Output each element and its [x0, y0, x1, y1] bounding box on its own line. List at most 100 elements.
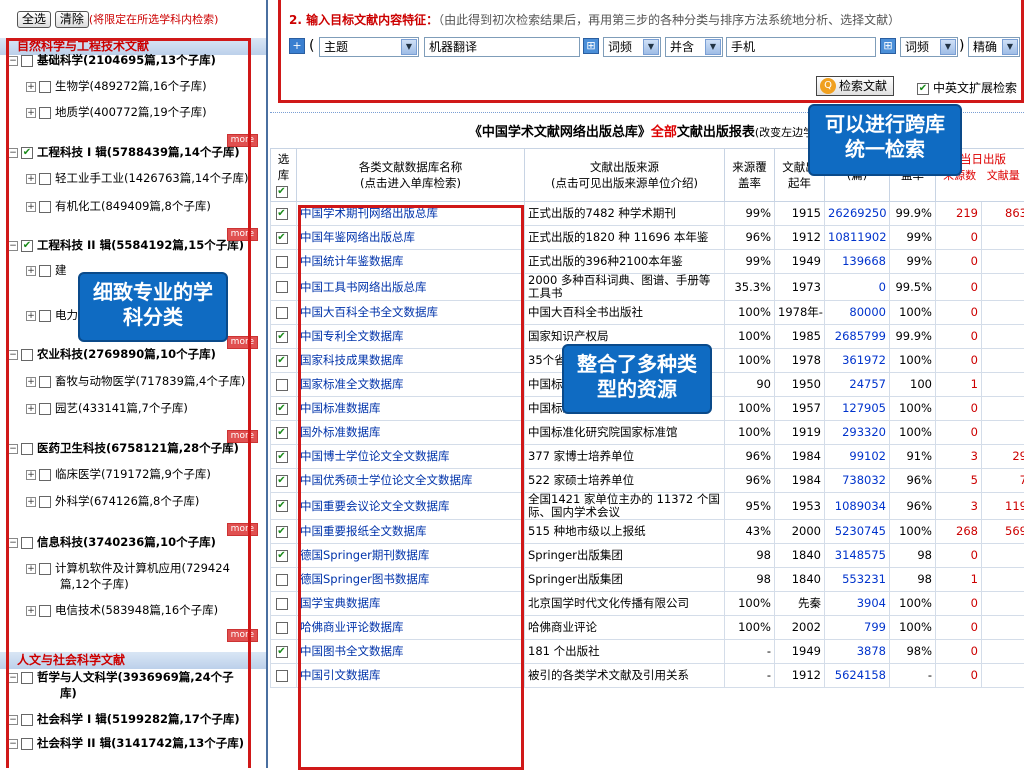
db-select-checkbox[interactable]: ✔ [276, 355, 288, 367]
tc-cell [982, 616, 1024, 640]
term1-input[interactable]: 机器翻译 [424, 37, 580, 57]
db-select-checkbox[interactable] [276, 622, 288, 634]
rate-cell: 98% [890, 640, 936, 664]
term-helper-icon[interactable]: ⊞ [880, 38, 896, 54]
tc-cell: 29 [982, 445, 1024, 469]
cov-cell: 96% [725, 469, 775, 493]
tot-cell: 3878 [825, 640, 890, 664]
term-helper-icon[interactable]: ⊞ [583, 38, 599, 54]
db-select-checkbox[interactable]: ✔ [276, 500, 288, 512]
db-select-checkbox[interactable]: ✔ [276, 451, 288, 463]
chevron-down-icon: ▼ [401, 39, 417, 55]
db-select-checkbox[interactable] [276, 379, 288, 391]
callout-subject-classification: 细致专业的学科分类 [78, 272, 228, 342]
yr-cell: 1912 [775, 664, 825, 688]
db-select-checkbox[interactable]: ✔ [276, 331, 288, 343]
select-cell: ✔ [271, 397, 297, 421]
select-cell: ✔ [271, 325, 297, 349]
cov-cell: 90 [725, 373, 775, 397]
td-cell: 0 [936, 664, 982, 688]
db-select-checkbox[interactable]: ✔ [276, 427, 288, 439]
db-select-checkbox[interactable]: ✔ [276, 646, 288, 658]
select-cell: ✔ [271, 349, 297, 373]
rate-cell: 100 [890, 373, 936, 397]
src-cell[interactable]: 正式出版的1820 种 11696 本年鉴 [525, 226, 725, 250]
tot-cell: 99102 [825, 445, 890, 469]
db-select-checkbox[interactable] [276, 307, 288, 319]
tc-cell [982, 274, 1024, 301]
src-cell[interactable]: 全国1421 家单位主办的 11372 个国际、国内学术会议 [525, 493, 725, 520]
td-cell: 1 [936, 373, 982, 397]
add-row-icon[interactable]: + [289, 38, 305, 54]
src-cell[interactable]: 515 种地市级以上报纸 [525, 520, 725, 544]
src-cell[interactable]: 哈佛商业评论 [525, 616, 725, 640]
td-cell: 3 [936, 445, 982, 469]
db-select-checkbox[interactable]: ✔ [276, 232, 288, 244]
db-select-checkbox[interactable]: ✔ [276, 403, 288, 415]
db-select-checkbox[interactable] [276, 256, 288, 268]
db-select-checkbox[interactable]: ✔ [276, 550, 288, 562]
rate-cell: 100% [890, 520, 936, 544]
td-cell: 0 [936, 325, 982, 349]
col-today-cnt: 文献量 [980, 168, 1024, 184]
tot-cell: 3148575 [825, 544, 890, 568]
tot-cell: 10811902 [825, 226, 890, 250]
src-cell[interactable]: 被引的各类学术文献及引用关系 [525, 664, 725, 688]
td-cell: 0 [936, 616, 982, 640]
td-cell: 0 [936, 397, 982, 421]
cov-cell: 35.3% [725, 274, 775, 301]
td-cell: 219 [936, 202, 982, 226]
db-select-checkbox[interactable] [276, 281, 288, 293]
freq1-select[interactable]: 词频▼ [603, 37, 661, 57]
yr-cell: 1949 [775, 640, 825, 664]
tc-cell: 119 [982, 493, 1024, 520]
db-select-checkbox[interactable] [276, 574, 288, 586]
src-cell[interactable]: 正式出版的7482 种学术期刊 [525, 202, 725, 226]
rate-cell: 100% [890, 421, 936, 445]
select-cell [271, 301, 297, 325]
report-title-highlight: 全部 [651, 125, 677, 140]
search-panel: 2. 输入目标文献内容特征：（由此得到初次检索结果后，再用第三步的各种分类与排序… [278, 0, 1024, 103]
src-cell[interactable]: 中国标准化研究院国家标准馆 [525, 421, 725, 445]
db-select-checkbox[interactable]: ✔ [276, 526, 288, 538]
src-cell[interactable]: Springer出版集团 [525, 568, 725, 592]
src-cell[interactable]: 2000 多种百科词典、图谱、手册等工具书 [525, 274, 725, 301]
logic-select[interactable]: 并含▼ [665, 37, 723, 57]
term2-input[interactable]: 手机 [726, 37, 876, 57]
db-select-checkbox[interactable]: ✔ [276, 475, 288, 487]
field-select[interactable]: 主题▼ [319, 37, 419, 57]
clear-button[interactable]: 清除 [55, 11, 89, 28]
src-cell[interactable]: Springer出版集团 [525, 544, 725, 568]
tc-cell [982, 373, 1024, 397]
db-select-checkbox[interactable]: ✔ [276, 208, 288, 220]
select-cell [271, 592, 297, 616]
cov-cell: 99% [725, 202, 775, 226]
src-cell[interactable]: 522 家硕士培养单位 [525, 469, 725, 493]
src-cell[interactable]: 377 家博士培养单位 [525, 445, 725, 469]
select-cell: ✔ [271, 421, 297, 445]
rate-cell: 99.9% [890, 202, 936, 226]
callout-resource-integration: 整合了多种类型的资源 [562, 344, 712, 414]
col-source: 文献出版来源(点击可见出版来源单位介绍) [525, 149, 725, 202]
tot-cell: 3904 [825, 592, 890, 616]
tot-cell: 127905 [825, 397, 890, 421]
precise-value: 精确 [973, 40, 997, 54]
ext-checkbox[interactable]: ✔ [917, 83, 929, 95]
extended-search-option[interactable]: ✔中英文扩展检索 [917, 79, 1017, 96]
precise-select[interactable]: 精确▼ [968, 37, 1020, 57]
tot-cell: 1089034 [825, 493, 890, 520]
src-cell[interactable]: 正式出版的396种2100本年鉴 [525, 250, 725, 274]
select-all-button[interactable]: 全选 [17, 11, 51, 28]
col-name-label: 各类文献数据库名称 [359, 160, 463, 174]
src-cell[interactable]: 181 个出版社 [525, 640, 725, 664]
freq2-select[interactable]: 词频▼ [900, 37, 958, 57]
db-select-checkbox[interactable] [276, 670, 288, 682]
select-all-db-checkbox[interactable]: ✔ [276, 186, 288, 198]
db-select-checkbox[interactable] [276, 598, 288, 610]
src-cell[interactable]: 中国大百科全书出版社 [525, 301, 725, 325]
src-cell[interactable]: 北京国学时代文化传播有限公司 [525, 592, 725, 616]
rate-cell: 99% [890, 250, 936, 274]
freq1-value: 词频 [608, 40, 632, 54]
search-button[interactable]: Q检索文献 [816, 76, 894, 96]
yr-cell: 1840 [775, 568, 825, 592]
